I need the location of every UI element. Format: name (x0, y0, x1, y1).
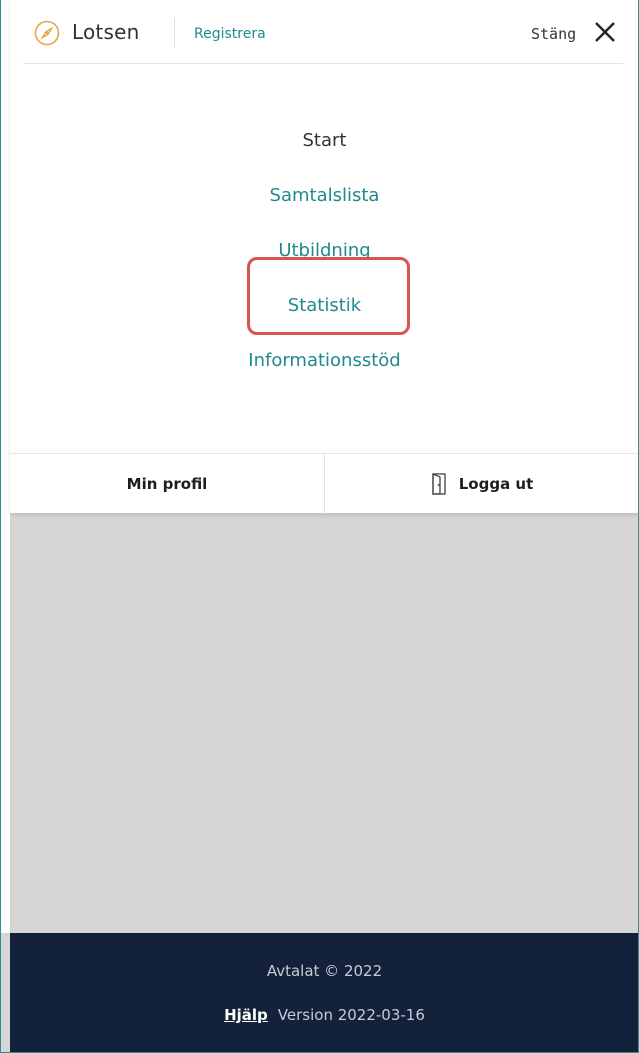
main-menu: Start Samtalslista Utbildning Statistik … (10, 118, 638, 393)
highlight-box (247, 257, 410, 335)
logout-button[interactable]: Logga ut (325, 454, 638, 514)
header-divider (174, 18, 175, 48)
app-frame: Lotsen Registrera Stäng Start Samtalslis… (0, 0, 639, 1053)
version-text: Version 2022-03-16 (277, 1006, 425, 1024)
footer-line: Hjälp Version 2022-03-16 (10, 1006, 638, 1024)
menu-item-informationsstod[interactable]: Informationsstöd (10, 338, 638, 393)
profile-label: Min profil (126, 475, 208, 493)
compass-icon (34, 20, 60, 46)
register-link[interactable]: Registrera (194, 26, 266, 42)
footer: Avtalat © 2022 Hjälp Version 2022-03-16 (10, 933, 638, 1052)
brand-name[interactable]: Lotsen (72, 20, 139, 44)
close-icon[interactable] (594, 21, 616, 43)
profile-button[interactable]: Min profil (10, 454, 325, 514)
menu-item-samtalslista[interactable]: Samtalslista (10, 173, 638, 228)
menu-item-start[interactable]: Start (10, 118, 638, 173)
door-icon (432, 473, 446, 495)
close-label[interactable]: Stäng (531, 25, 576, 43)
header-bar: Lotsen Registrera Stäng (23, 0, 623, 64)
drawer-bottom-bar: Min profil Logga ut (10, 453, 638, 514)
copyright-text: Avtalat © 2022 (266, 962, 383, 980)
logout-label: Logga ut (458, 475, 534, 493)
help-link[interactable]: Hjälp (224, 1006, 268, 1024)
